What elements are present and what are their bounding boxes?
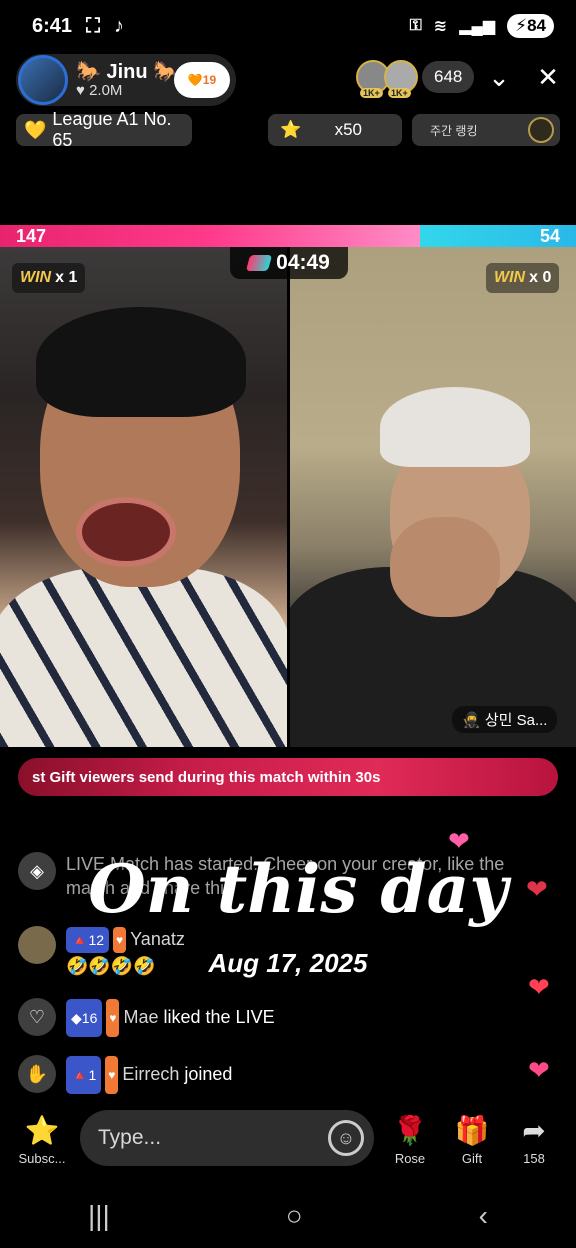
win-streak-right: WIN x 0 xyxy=(486,263,560,293)
match-icon: ◈ xyxy=(18,852,56,890)
clock: 6:41 xyxy=(32,14,73,37)
chat-text: joined xyxy=(184,1064,233,1084)
viewer-count[interactable]: 648 xyxy=(422,61,475,93)
host-avatar[interactable] xyxy=(18,55,68,105)
chat-username[interactable]: Eirrech xyxy=(122,1064,179,1084)
heart-icon: ❤ xyxy=(526,874,548,904)
tiktok-icon: ♪ xyxy=(114,14,125,37)
mouth-shape xyxy=(76,497,176,567)
chat-text: liked the LIVE xyxy=(163,1007,275,1027)
win-streak-left: WIN x 1 xyxy=(12,263,86,293)
follow-button[interactable]: 🧡 19 xyxy=(174,62,230,98)
diamond-icon: 💛 xyxy=(24,119,47,140)
on-this-day-date: Aug 17, 2025 xyxy=(208,948,368,978)
ranking-badge-icon xyxy=(528,117,554,143)
share-icon: ➦ xyxy=(522,1115,546,1146)
on-this-day-title: On this day xyxy=(88,850,508,928)
fan-badge: ♥ xyxy=(105,1056,119,1095)
chat-message[interactable]: 🔺12 ♥ Yanatz 🤣🤣🤣🤣 xyxy=(18,926,185,979)
host-likes: ♥ 2.0M xyxy=(76,81,123,99)
fan-badge: ♥ xyxy=(113,927,127,954)
screen-record-icon: ⛶ xyxy=(86,14,101,37)
hand-shape xyxy=(390,517,500,617)
chat-username[interactable]: Mae xyxy=(123,1007,158,1027)
chat-message[interactable]: ♡ ◆16 ♥ Mae liked the LIVE xyxy=(18,998,275,1038)
subscribe-button[interactable]: ⭐ Subsc... xyxy=(12,1114,72,1166)
score-bar-left xyxy=(0,225,421,247)
top-viewers[interactable]: 1K+ 1K+ 648 xyxy=(356,60,475,98)
level-badge: 🔺12 xyxy=(66,927,110,954)
battle-timer: 04:49 xyxy=(230,247,348,279)
key-icon: ⚿ xyxy=(409,17,422,34)
fan-badge: ♥ xyxy=(106,999,120,1038)
level-badge: ◆16 xyxy=(66,999,103,1038)
chat-text: 🤣🤣🤣🤣 xyxy=(66,956,156,977)
weekly-ranking[interactable]: 주간 랭킹 xyxy=(412,114,560,146)
league-badge[interactable]: 💛 League A1 No. 65 xyxy=(16,109,192,150)
gift-banner[interactable]: st Gift viewers send during this match w… xyxy=(18,758,558,796)
shirt-shape xyxy=(0,567,287,747)
opponent-name[interactable]: 🥷 상민 Sa... xyxy=(452,706,558,733)
heart-icon: ❤ xyxy=(528,972,550,1002)
chat-message[interactable]: ✋ 🔺1 ♥ Eirrech joined xyxy=(18,1055,233,1095)
wave-icon: ✋ xyxy=(18,1055,56,1093)
cap-shape xyxy=(380,387,530,467)
recent-apps-icon[interactable]: ||| xyxy=(88,1200,110,1232)
bottom-action-bar: ⭐ Subsc... Type... ☺ 🌹 Rose 🎁 Gift ➦ 158 xyxy=(0,1104,576,1176)
wifi-icon: ≋ xyxy=(433,18,448,35)
star-icon: ⭐ xyxy=(280,120,302,139)
viewer-avatar[interactable]: 1K+ xyxy=(384,60,418,98)
system-nav-bar: ||| ○ ‹ xyxy=(0,1186,576,1246)
opponent-video[interactable] xyxy=(290,247,576,747)
host-name: 🐎 Jinu 🐎 xyxy=(76,60,179,83)
hair-shape xyxy=(36,307,246,417)
score-left: 147 xyxy=(16,226,47,246)
close-icon[interactable]: ✕ xyxy=(533,62,563,92)
battle-score-bar xyxy=(0,225,576,247)
status-bar: 6:41 ⛶ ♪ ⚿ ≋ ▂▄▆ ⚡84 xyxy=(0,0,576,52)
heart-icon: ❤ xyxy=(528,1055,550,1085)
chat-avatar[interactable] xyxy=(18,926,56,964)
chevron-down-icon[interactable]: ⌄ xyxy=(484,62,514,92)
battery-indicator: ⚡84 xyxy=(507,14,554,38)
star-badge-icon: ⭐ xyxy=(24,1115,60,1146)
comment-input[interactable]: Type... ☺ xyxy=(80,1110,374,1166)
heart-icon: ❤ xyxy=(448,826,470,856)
rose-icon: 🌹 xyxy=(392,1115,428,1146)
host-card[interactable]: 🐎 Jinu 🐎 ♥ 2.0M 🧡 19 xyxy=(16,54,236,106)
score-right: 54 xyxy=(539,226,560,246)
battle-gem-icon xyxy=(245,255,273,271)
back-icon[interactable]: ‹ xyxy=(479,1200,488,1232)
level-badge: 🔺1 xyxy=(66,1056,102,1095)
home-icon[interactable]: ○ xyxy=(286,1200,303,1232)
multiplier-badge[interactable]: ⭐ x50 xyxy=(268,114,402,146)
heart-icon: ♡ xyxy=(18,998,56,1036)
share-button[interactable]: ➦ 158 xyxy=(504,1114,564,1166)
host-video[interactable] xyxy=(0,247,287,747)
chat-username[interactable]: Yanatz xyxy=(130,929,185,949)
gift-button[interactable]: 🎁 Gift xyxy=(442,1114,502,1166)
emoji-icon[interactable]: ☺ xyxy=(328,1120,364,1156)
gift-icon: 🎁 xyxy=(454,1115,490,1146)
rose-gift-button[interactable]: 🌹 Rose xyxy=(380,1114,440,1166)
signal-icon: ▂▄▆ xyxy=(459,18,496,35)
